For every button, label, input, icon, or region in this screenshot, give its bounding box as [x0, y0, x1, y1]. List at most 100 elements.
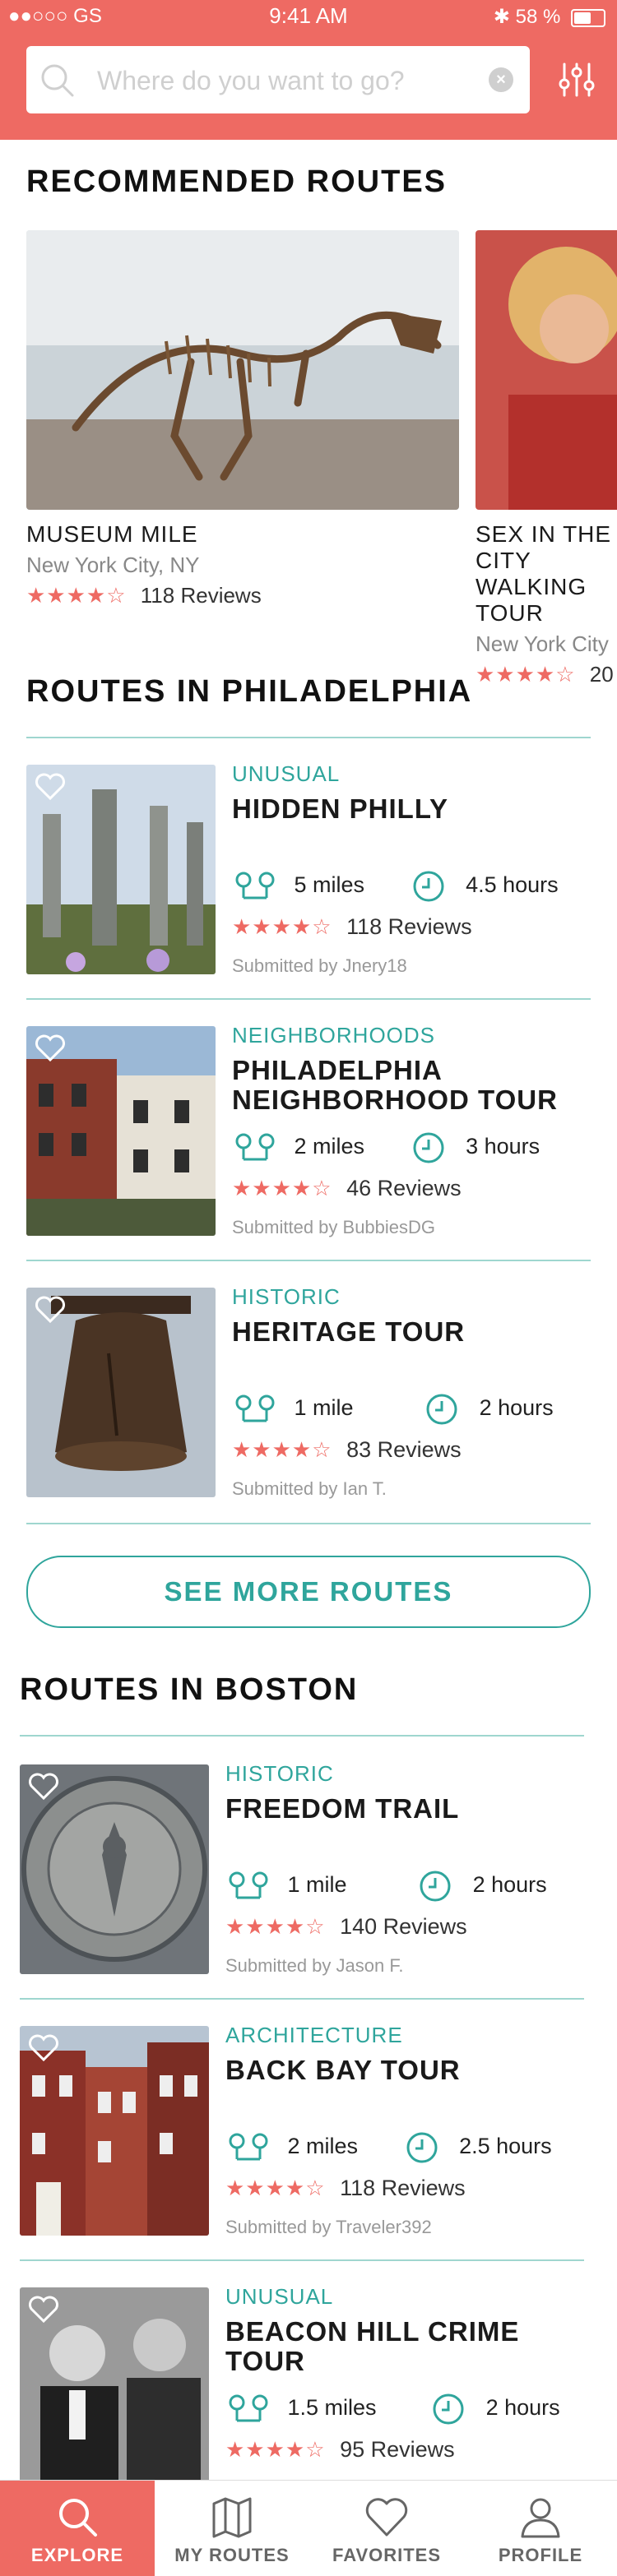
tab-label: PROFILE [498, 2545, 583, 2565]
card-rating: ★★★★☆ 118 Reviews [26, 583, 459, 608]
route-meta: 1.5 miles 2 hours [225, 2393, 560, 2426]
star-rating: ★★★★☆ [225, 2437, 326, 2462]
heart-icon [365, 2498, 408, 2537]
route-item[interactable]: HISTORIC FREEDOM TRAIL 1 mile 2 hours ★★… [20, 1761, 587, 1986]
route-submitter: Submitted by Jnery18 [232, 955, 407, 976]
route-category: UNUSUAL [232, 761, 341, 786]
route-submitter: Submitted by Ian T. [232, 1478, 387, 1499]
card-location: New York City [476, 631, 609, 656]
search-input[interactable] [95, 59, 485, 102]
card-rating: ★★★★☆ 20 [476, 662, 617, 687]
route-thumbnail [20, 1764, 209, 1974]
tab-favorites[interactable]: FAVORITES [309, 2481, 464, 2576]
route-duration: 2 hours [472, 1872, 547, 1898]
route-duration-icon [433, 2393, 464, 2425]
route-name: BEACON HILL CRIME TOUR [225, 2316, 520, 2376]
divider [26, 1523, 591, 1524]
bottom-tab-bar: EXPLORE MY ROUTES FAVORITES PROFILE [0, 2480, 617, 2576]
route-thumbnail [26, 1026, 216, 1236]
favorite-heart-icon[interactable] [35, 773, 66, 801]
battery-icon [571, 8, 605, 27]
favorite-heart-icon[interactable] [35, 1296, 66, 1324]
favorite-heart-icon[interactable] [28, 2034, 59, 2062]
route-duration: 2 hours [485, 2395, 560, 2421]
philadelphia-heading: ROUTES IN PHILADELPHIA [26, 674, 473, 709]
route-item[interactable]: UNUSUAL BEACON HILL CRIME TOUR 1.5 miles… [20, 2284, 587, 2509]
route-distance: 1 mile [294, 1395, 354, 1421]
route-submitter: Submitted by Jason F. [225, 1955, 404, 1976]
star-rating: ★★★★☆ [225, 1914, 326, 1939]
divider [26, 1260, 591, 1261]
city-women-image [476, 230, 617, 510]
favorite-heart-icon[interactable] [35, 1034, 66, 1062]
favorite-heart-icon[interactable] [28, 1773, 59, 1801]
route-submitter: Submitted by Traveler392 [225, 2217, 432, 2237]
star-rating: ★★★★☆ [232, 1437, 332, 1462]
clear-search-icon[interactable]: × [489, 67, 513, 92]
recommended-card[interactable]: SEX IN THE CITY WALKING TOUR New York Ci… [476, 230, 617, 687]
card-title: SEX IN THE CITY WALKING TOUR [476, 521, 612, 626]
divider [20, 1998, 584, 2000]
tab-explore[interactable]: EXPLORE [0, 2481, 155, 2576]
route-item[interactable]: UNUSUAL HIDDEN PHILLY 5 miles 4.5 hours … [26, 761, 594, 987]
card-title: MUSEUM MILE [26, 521, 198, 547]
route-item[interactable]: HISTORIC HERITAGE TOUR 1 mile 2 hours ★★… [26, 1284, 594, 1510]
route-distance-icon [235, 1394, 275, 1422]
review-count: 118 Reviews [140, 583, 262, 608]
route-duration: 3 hours [466, 1134, 540, 1159]
see-more-routes-button[interactable]: SEE MORE ROUTES [26, 1556, 591, 1628]
review-count: 20 [589, 662, 614, 687]
route-thumbnail [26, 765, 216, 974]
battery-status: ✱ 58 % [494, 5, 605, 29]
route-meta: 1 mile 2 hours [225, 1870, 547, 1903]
route-item[interactable]: NEIGHBORHOODS PHILADELPHIA NEIGHBORHOOD … [26, 1023, 594, 1248]
route-meta: 2 miles 3 hours [232, 1131, 540, 1164]
battery-percent: 58 % [515, 6, 561, 28]
tab-my-routes[interactable]: MY ROUTES [155, 2481, 309, 2576]
route-duration: 4.5 hours [466, 872, 559, 898]
route-distance: 1.5 miles [287, 2395, 377, 2421]
favorite-heart-icon[interactable] [28, 2296, 59, 2324]
filter-settings-icon[interactable] [558, 61, 596, 99]
divider [20, 1735, 584, 1737]
search-bar: × [26, 46, 530, 113]
route-distance-icon [229, 2394, 268, 2422]
route-name: PHILADELPHIA NEIGHBORHOOD TOUR [232, 1055, 558, 1115]
route-thumbnail [20, 2026, 209, 2236]
divider [26, 998, 591, 1000]
star-rating: ★★★★☆ [232, 1176, 332, 1200]
route-category: ARCHITECTURE [225, 2023, 403, 2047]
route-name: BACK BAY TOUR [225, 2055, 461, 2085]
tab-profile[interactable]: PROFILE [464, 2481, 617, 2576]
tab-label: EXPLORE [30, 2545, 124, 2565]
star-rating: ★★★★☆ [476, 662, 576, 687]
route-duration-icon [413, 1132, 444, 1163]
route-category: HISTORIC [225, 1761, 334, 1786]
route-duration: 2 hours [479, 1395, 554, 1421]
app-header: ●●○○○ GS 9:41 AM ✱ 58 % × [0, 0, 617, 140]
review-count: 118 Reviews [346, 914, 472, 939]
route-distance-icon [229, 2133, 268, 2161]
route-distance-icon [235, 1133, 275, 1161]
route-distance: 2 miles [294, 1134, 365, 1159]
route-distance: 2 miles [287, 2134, 359, 2159]
route-category: UNUSUAL [225, 2284, 334, 2309]
profile-icon [521, 2498, 560, 2538]
route-distance-icon [235, 872, 275, 900]
route-distance: 5 miles [294, 872, 365, 898]
route-duration-icon [426, 1394, 457, 1425]
route-rating: ★★★★☆ 140 Reviews [225, 1914, 467, 1940]
recommended-card[interactable]: MUSEUM MILE New York City, NY ★★★★☆ 118 … [26, 230, 459, 608]
boston-heading: ROUTES IN BOSTON [20, 1672, 359, 1707]
route-duration: 2.5 hours [459, 2134, 552, 2159]
route-rating: ★★★★☆ 83 Reviews [232, 1437, 462, 1463]
route-name: FREEDOM TRAIL [225, 1793, 460, 1824]
route-duration-icon [413, 871, 444, 902]
star-rating: ★★★★☆ [232, 914, 332, 939]
route-item[interactable]: ARCHITECTURE BACK BAY TOUR 2 miles 2.5 h… [20, 2023, 587, 2248]
review-count: 95 Reviews [340, 2437, 455, 2462]
divider [26, 737, 591, 738]
route-distance: 1 mile [287, 1872, 347, 1898]
star-rating: ★★★★☆ [26, 583, 127, 608]
map-icon [212, 2497, 252, 2538]
